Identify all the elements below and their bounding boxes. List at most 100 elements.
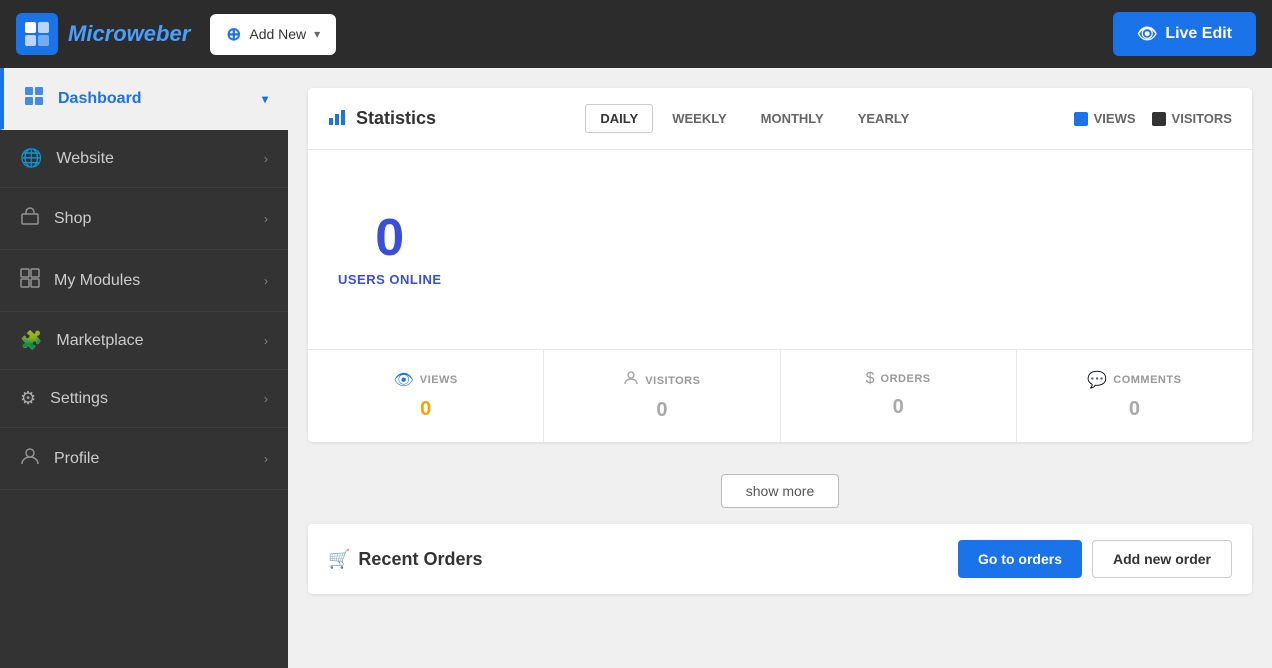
legend-views: VIEWS	[1074, 111, 1136, 126]
orders-icon: $	[866, 370, 875, 388]
add-new-order-button[interactable]: Add new order	[1092, 540, 1232, 578]
marketplace-icon: 🧩	[20, 330, 42, 351]
metric-orders-value: 0	[801, 396, 996, 419]
chevron-right-icon: ›	[264, 334, 268, 348]
metric-orders-label: ORDERS	[881, 373, 931, 385]
dashboard-icon	[24, 86, 44, 111]
tab-monthly[interactable]: MONTHLY	[746, 104, 839, 133]
add-new-label: Add New	[249, 26, 306, 42]
add-new-button[interactable]: ⊕ Add New ▾	[210, 14, 336, 55]
logo-icon	[16, 13, 58, 55]
sidebar-item-shop[interactable]: Shop ›	[0, 188, 288, 250]
show-more-row: show more	[308, 458, 1252, 524]
metric-comments-header: 💬 COMMENTS	[1037, 370, 1232, 390]
statistics-icon	[328, 106, 348, 131]
chevron-down-icon: ▾	[262, 92, 268, 106]
statistics-card: Statistics DAILY WEEKLY MONTHLY YEARLY V…	[308, 88, 1252, 442]
shop-icon	[20, 206, 40, 231]
stats-metrics: 👁 VIEWS 0 VISITORS	[308, 350, 1252, 442]
metric-visitors: VISITORS 0	[544, 350, 780, 442]
tab-weekly[interactable]: WEEKLY	[657, 104, 741, 133]
eye-icon: 👁	[1137, 24, 1157, 44]
metric-views: 👁 VIEWS 0	[308, 350, 544, 442]
sidebar-shop-label: Shop	[54, 210, 91, 228]
views-legend-label: VIEWS	[1094, 111, 1136, 126]
orders-actions: Go to orders Add new order	[958, 540, 1232, 578]
logo-text: Microweber	[68, 21, 190, 47]
statistics-tabs: DAILY WEEKLY MONTHLY YEARLY	[585, 104, 924, 133]
layout: Dashboard ▾ 🌐 Website › Shop ›	[0, 68, 1272, 668]
live-edit-button[interactable]: 👁 Live Edit	[1113, 12, 1256, 56]
metric-views-label: VIEWS	[420, 374, 458, 386]
legend-visitors: VISITORS	[1152, 111, 1232, 126]
main-content: Statistics DAILY WEEKLY MONTHLY YEARLY V…	[288, 68, 1272, 668]
recent-orders-card: 🛒 Recent Orders Go to orders Add new ord…	[308, 524, 1252, 594]
visitors-icon	[623, 370, 639, 391]
chevron-right-icon: ›	[264, 152, 268, 166]
cart-icon: 🛒	[328, 549, 350, 570]
visitors-legend-label: VISITORS	[1172, 111, 1232, 126]
statistics-title-text: Statistics	[356, 108, 436, 129]
metric-orders: $ ORDERS 0	[781, 350, 1017, 442]
chevron-right-icon: ›	[264, 452, 268, 466]
users-online-number: 0	[338, 212, 442, 264]
sidebar-item-marketplace-left: 🧩 Marketplace	[20, 330, 144, 351]
settings-icon: ⚙	[20, 388, 36, 409]
metric-views-value: 0	[328, 398, 523, 421]
comments-icon: 💬	[1087, 370, 1107, 390]
metric-visitors-value: 0	[564, 399, 759, 422]
tab-yearly[interactable]: YEARLY	[843, 104, 925, 133]
recent-orders-header: 🛒 Recent Orders Go to orders Add new ord…	[308, 524, 1252, 594]
views-dot	[1074, 112, 1088, 126]
sidebar-dashboard-label: Dashboard	[58, 90, 142, 108]
sidebar-settings-label: Settings	[50, 390, 108, 408]
chevron-down-icon: ▾	[314, 27, 320, 41]
chevron-right-icon: ›	[264, 392, 268, 406]
chart-area: 0 USERS ONLINE	[308, 150, 1252, 350]
sidebar-item-mymodules[interactable]: My Modules ›	[0, 250, 288, 312]
metric-comments-label: COMMENTS	[1113, 374, 1181, 386]
profile-icon	[20, 446, 40, 471]
topbar-left: Microweber ⊕ Add New ▾	[16, 13, 336, 55]
metric-visitors-label: VISITORS	[645, 375, 700, 387]
sidebar-item-marketplace[interactable]: 🧩 Marketplace ›	[0, 312, 288, 370]
eye-icon: 👁	[393, 370, 413, 390]
sidebar-item-profile-left: Profile	[20, 446, 99, 471]
sidebar-item-website-left: 🌐 Website	[20, 148, 114, 169]
sidebar-item-mymodules-left: My Modules	[20, 268, 140, 293]
visitors-dot	[1152, 112, 1166, 126]
sidebar-marketplace-label: Marketplace	[56, 332, 143, 350]
sidebar-profile-label: Profile	[54, 450, 99, 468]
sidebar: Dashboard ▾ 🌐 Website › Shop ›	[0, 68, 288, 668]
statistics-header: Statistics DAILY WEEKLY MONTHLY YEARLY V…	[308, 88, 1252, 150]
plus-icon: ⊕	[226, 24, 241, 45]
sidebar-item-website[interactable]: 🌐 Website ›	[0, 130, 288, 188]
sidebar-item-settings[interactable]: ⚙ Settings ›	[0, 370, 288, 428]
sidebar-website-label: Website	[56, 150, 114, 168]
metric-comments: 💬 COMMENTS 0	[1017, 350, 1252, 442]
sidebar-item-settings-left: ⚙ Settings	[20, 388, 108, 409]
metric-views-header: 👁 VIEWS	[328, 370, 523, 390]
live-edit-label: Live Edit	[1165, 25, 1232, 43]
go-to-orders-button[interactable]: Go to orders	[958, 540, 1082, 578]
chevron-right-icon: ›	[264, 274, 268, 288]
topbar: Microweber ⊕ Add New ▾ 👁 Live Edit	[0, 0, 1272, 68]
sidebar-item-dashboard-left: Dashboard	[24, 86, 142, 111]
sidebar-item-shop-left: Shop	[20, 206, 91, 231]
sidebar-item-dashboard[interactable]: Dashboard ▾	[0, 68, 288, 130]
website-icon: 🌐	[20, 148, 42, 169]
show-more-button[interactable]: show more	[721, 474, 839, 508]
recent-orders-label: Recent Orders	[358, 549, 482, 570]
metric-comments-value: 0	[1037, 398, 1232, 421]
metric-visitors-header: VISITORS	[564, 370, 759, 391]
tab-daily[interactable]: DAILY	[585, 104, 653, 133]
chevron-right-icon: ›	[264, 212, 268, 226]
recent-orders-title: 🛒 Recent Orders	[328, 549, 482, 570]
sidebar-item-profile[interactable]: Profile ›	[0, 428, 288, 490]
users-online-label: USERS ONLINE	[338, 272, 442, 287]
statistics-title: Statistics	[328, 106, 436, 131]
logo: Microweber	[16, 13, 190, 55]
metric-orders-header: $ ORDERS	[801, 370, 996, 388]
mymodules-icon	[20, 268, 40, 293]
users-online-box: 0 USERS ONLINE	[338, 212, 442, 287]
